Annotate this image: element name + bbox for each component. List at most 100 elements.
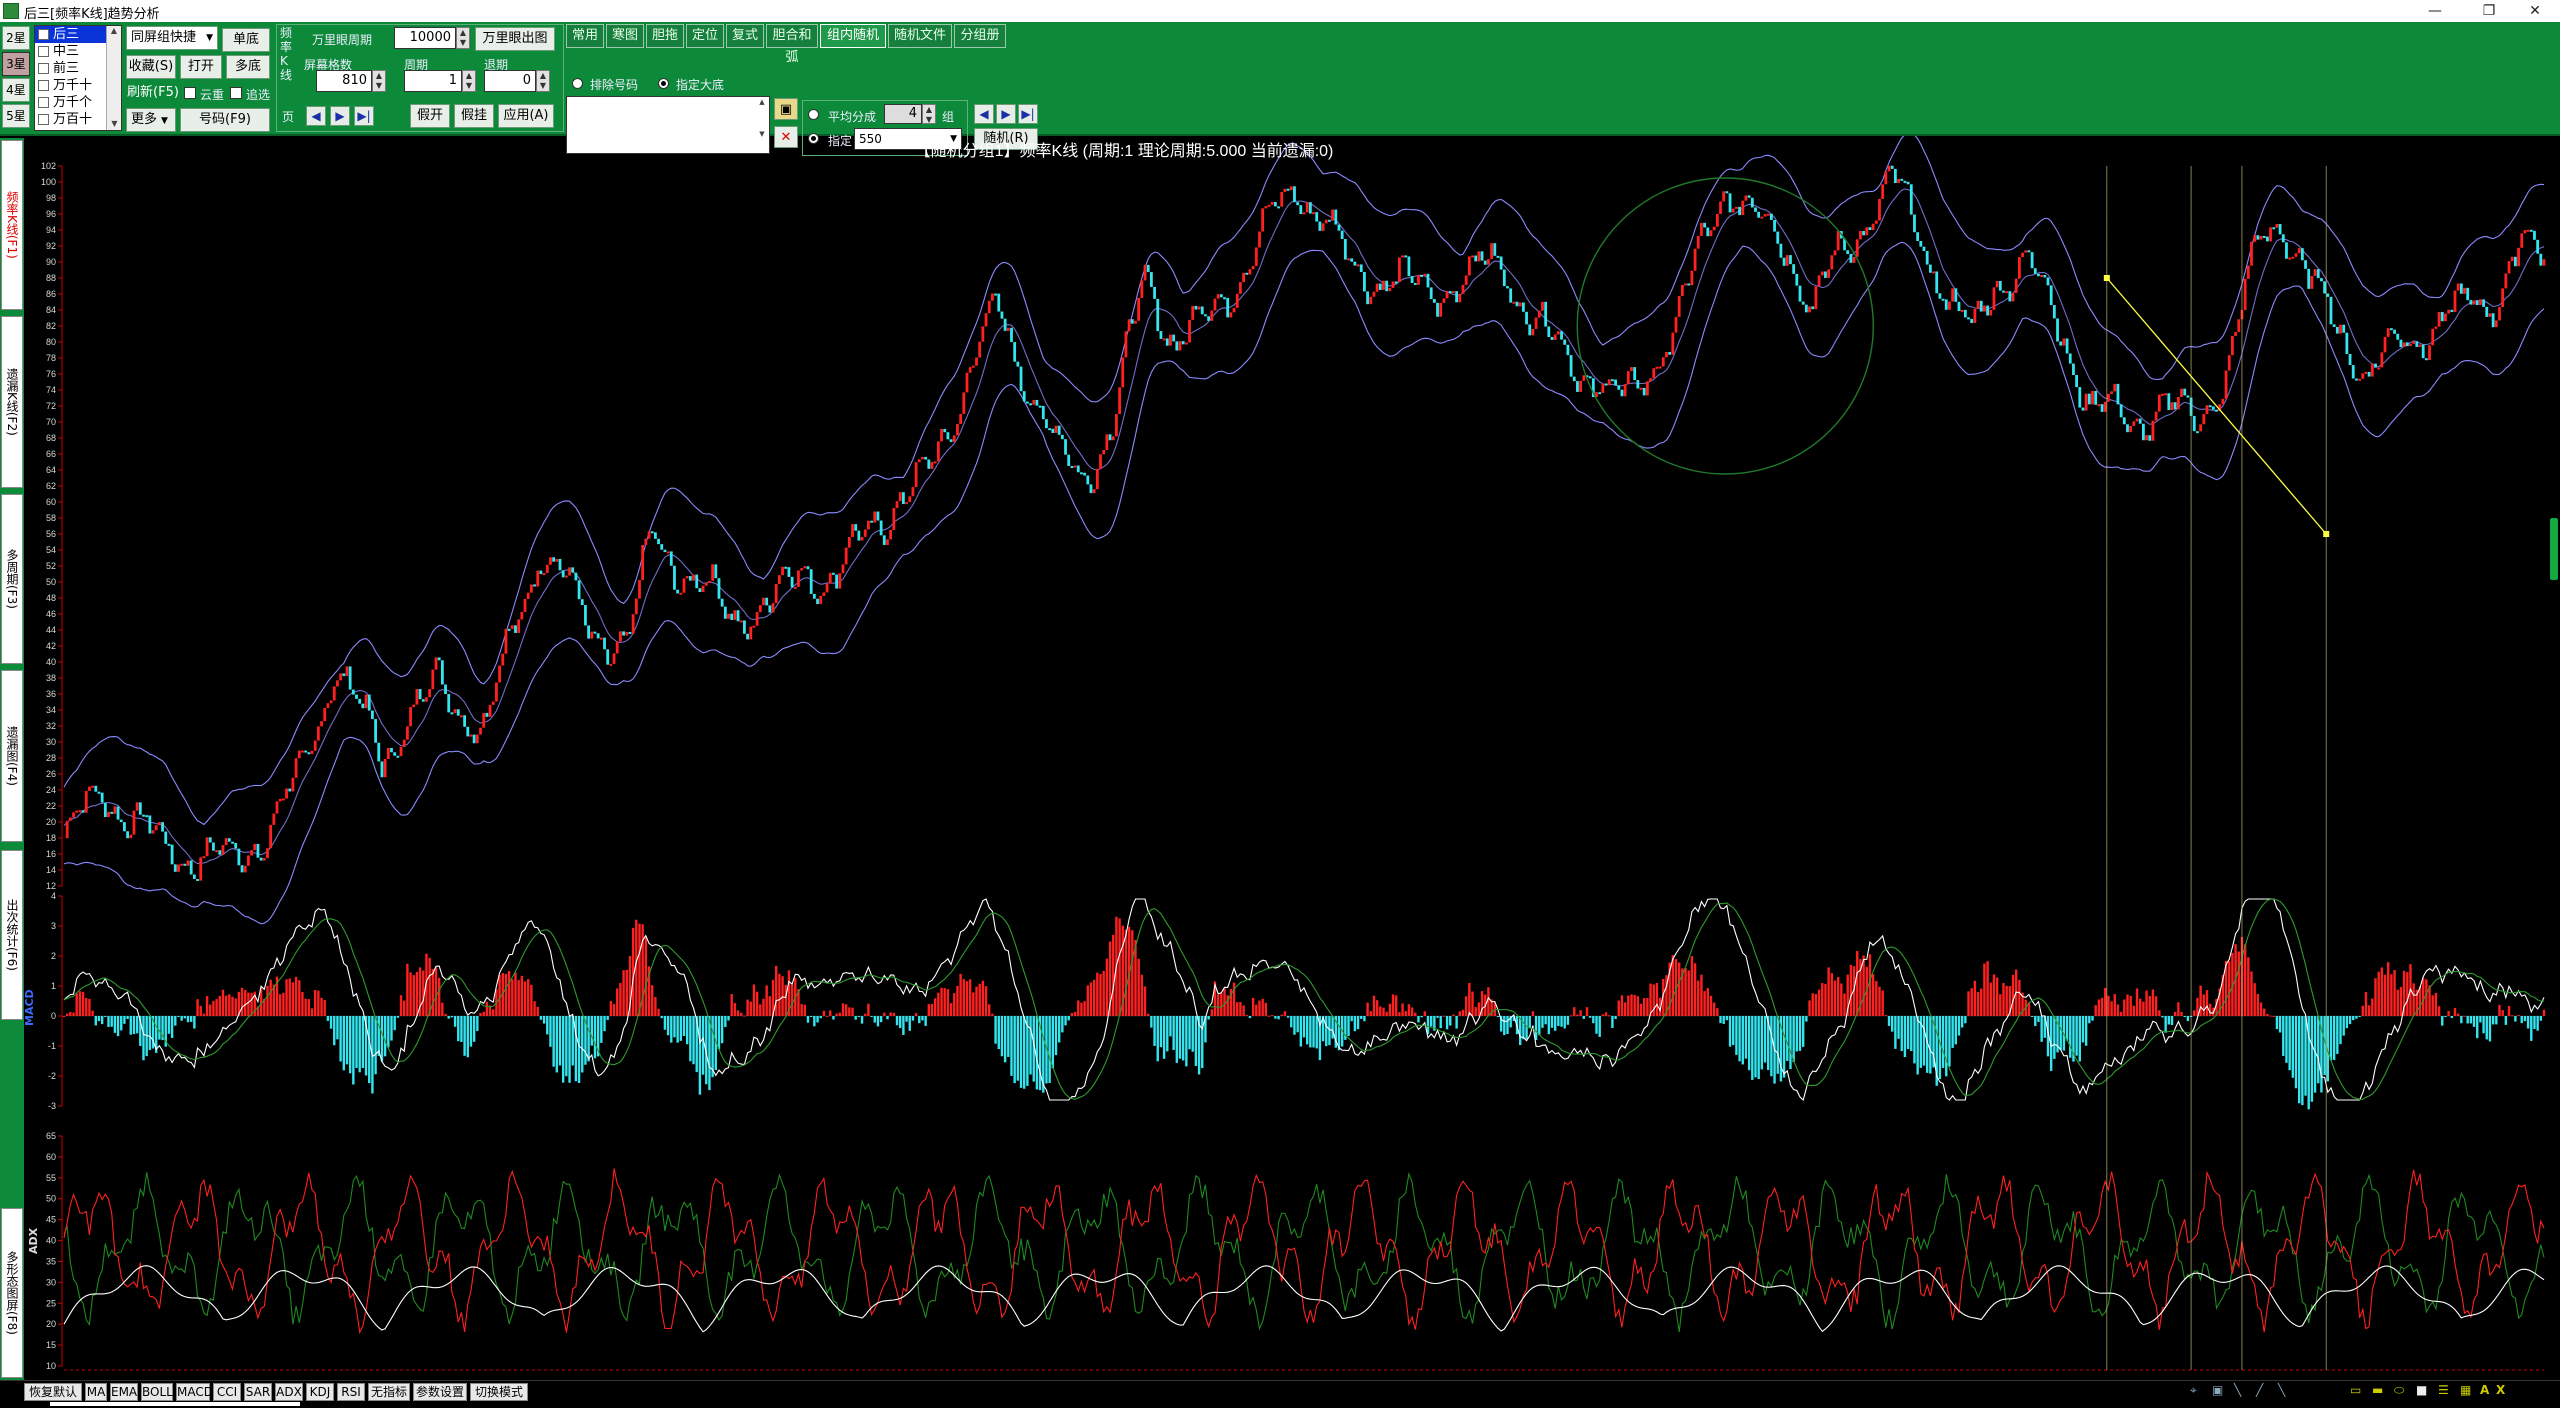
fixed-base-radio[interactable] xyxy=(658,78,669,89)
crosshair-icon[interactable]: ⌖ xyxy=(2190,1383,2197,1398)
fib-tool-icon[interactable]: ☰ xyxy=(2438,1383,2449,1397)
multi-base-button[interactable]: 多底 xyxy=(226,55,270,79)
close-button[interactable]: ✕ xyxy=(2512,0,2558,22)
checkbox-icon[interactable] xyxy=(38,97,49,108)
side-tab-3[interactable]: 遗漏图(F4) xyxy=(1,670,23,842)
delete-tool-icon[interactable]: X xyxy=(2496,1383,2505,1397)
cycle-spinner[interactable]: ▲ ▼ xyxy=(462,70,476,92)
side-tab-5[interactable]: 多形态图屏(F8) xyxy=(1,1208,23,1378)
star-button-4[interactable]: 4星 xyxy=(2,78,30,102)
retreat-input[interactable]: 0 xyxy=(484,70,536,92)
avg-input[interactable]: 4 xyxy=(884,104,922,124)
trend-line[interactable] xyxy=(2106,277,2327,535)
listbox-scrollbar[interactable]: ▲ ▼ xyxy=(106,26,121,130)
period-input[interactable]: 10000 xyxy=(394,27,456,49)
tab-7[interactable]: 随机文件 xyxy=(888,24,952,48)
trend-handle[interactable] xyxy=(2103,275,2110,281)
tab-1[interactable]: 寒图 xyxy=(606,24,644,48)
indicator-button-1[interactable]: MA xyxy=(85,1383,107,1401)
checkbox-icon[interactable] xyxy=(38,80,49,91)
indicator-button-8[interactable]: KDJ xyxy=(306,1383,334,1401)
single-base-button[interactable]: 单底 xyxy=(222,28,270,52)
random-next-icon[interactable]: ▶ xyxy=(996,104,1016,124)
indicator-button-2[interactable]: EMA xyxy=(110,1383,138,1401)
right-scroll-thumb[interactable] xyxy=(2550,518,2558,580)
cycle-input[interactable]: 1 xyxy=(404,70,462,92)
tab-3[interactable]: 定位 xyxy=(686,24,724,48)
indicator-button-9[interactable]: RSI xyxy=(337,1383,365,1401)
avg-spinner[interactable]: ▲ ▼ xyxy=(922,104,936,124)
indicator-button-5[interactable]: CCI xyxy=(213,1383,241,1401)
avg-radio[interactable] xyxy=(808,109,819,120)
tab-4[interactable]: 复式 xyxy=(726,24,764,48)
candle xyxy=(2285,242,2288,259)
segment-tool-icon[interactable]: ╲ xyxy=(2278,1383,2285,1397)
refresh-button[interactable]: 刷新(F5) xyxy=(126,82,180,106)
select-icon[interactable]: ▣ xyxy=(2212,1383,2223,1397)
last-page-icon[interactable]: ▶| xyxy=(354,106,374,126)
more-button[interactable]: 更多 ▼ xyxy=(126,108,176,132)
candle xyxy=(2215,409,2218,412)
dedupe-checkbox[interactable] xyxy=(184,87,196,99)
checkbox-icon[interactable] xyxy=(38,114,49,125)
line-tool-icon[interactable]: ╲ xyxy=(2234,1383,2241,1397)
random-last-icon[interactable]: ▶| xyxy=(1018,104,1038,124)
tab-5[interactable]: 胆合和弧 xyxy=(766,24,818,65)
indicator-button-7[interactable]: ADX xyxy=(275,1383,303,1401)
indicator-button-6[interactable]: SAR xyxy=(244,1383,272,1401)
next-page-icon[interactable]: ▶ xyxy=(330,106,350,126)
screen-count-spinner[interactable]: ▲ ▼ xyxy=(372,70,386,92)
checkbox-icon[interactable] xyxy=(38,29,49,40)
scroll-down-icon[interactable]: ▼ xyxy=(107,119,122,128)
fake-open-button[interactable]: 假开 xyxy=(410,104,450,128)
grid-tool-icon[interactable]: ▦ xyxy=(2460,1383,2471,1397)
fake-hang-button[interactable]: 假挂 xyxy=(454,104,494,128)
channel-tool-icon[interactable]: ▬ xyxy=(2372,1383,2383,1397)
macd-bar xyxy=(571,1016,574,1066)
checkbox-icon[interactable] xyxy=(38,63,49,74)
indicator-button-3[interactable]: BOLL xyxy=(141,1383,173,1401)
retreat-spinner[interactable]: ▲ ▼ xyxy=(536,70,550,92)
star-button-2[interactable]: 2星 xyxy=(2,26,30,50)
restore-button[interactable]: ❐ xyxy=(2466,0,2512,22)
indicator-button-12[interactable]: 切换模式 xyxy=(470,1383,528,1401)
period-spinner[interactable]: ▲ ▼ xyxy=(456,27,470,49)
text-tool-icon[interactable]: A xyxy=(2480,1383,2489,1397)
chart-area[interactable]: 1214161820222426283032343638404244464850… xyxy=(24,136,2560,1382)
trend-handle[interactable] xyxy=(2323,531,2330,537)
checkbox-icon[interactable] xyxy=(38,46,49,57)
filter-checkbox[interactable] xyxy=(230,87,242,99)
side-tab-4[interactable]: 出次统计(F6) xyxy=(1,850,23,1020)
open-button[interactable]: 打开 xyxy=(180,55,222,79)
indicator-button-11[interactable]: 参数设置 xyxy=(413,1383,467,1401)
collect-button[interactable]: 收藏(S) xyxy=(126,55,176,79)
group-shortcut-dropdown[interactable]: 同屏组快捷 ▼ xyxy=(126,26,218,50)
tab-2[interactable]: 胆拖 xyxy=(646,24,684,48)
indicator-button-4[interactable]: MACD xyxy=(176,1383,213,1401)
tab-6[interactable]: 组内随机 xyxy=(820,24,886,48)
side-tab-2[interactable]: 多周期(F3) xyxy=(1,494,23,664)
macd-bar xyxy=(1216,994,1220,1016)
prev-page-icon[interactable]: ◀ xyxy=(306,106,326,126)
side-tab-1[interactable]: 遗漏K线(F2) xyxy=(1,316,23,488)
side-tab-0[interactable]: 频率K线(F1) xyxy=(1,140,23,310)
star-button-3[interactable]: 3星 xyxy=(2,52,30,76)
period-chart-button[interactable]: 万里眼出图 xyxy=(475,27,555,51)
folder-icon[interactable]: ▣ xyxy=(774,98,798,120)
scroll-up-icon[interactable]: ▲ xyxy=(107,26,121,35)
star-button-5[interactable]: 5星 xyxy=(2,104,30,128)
screen-count-input[interactable]: 810 xyxy=(316,70,372,92)
minimize-button[interactable]: — xyxy=(2412,0,2458,22)
indicator-button-0[interactable]: 恢复默认 xyxy=(24,1383,82,1401)
indicator-button-10[interactable]: 无指标 xyxy=(368,1383,410,1401)
apply-button[interactable]: 应用(A) xyxy=(498,104,554,128)
number-button[interactable]: 号码(F9) xyxy=(180,108,270,132)
random-prev-icon[interactable]: ◀ xyxy=(974,104,994,124)
exclude-radio[interactable] xyxy=(572,78,583,89)
tab-8[interactable]: 分组册 xyxy=(954,24,1006,48)
fill-tool-icon[interactable]: ■ xyxy=(2416,1383,2427,1397)
tab-0[interactable]: 常用 xyxy=(566,24,604,48)
rect-tool-icon[interactable]: ▭ xyxy=(2350,1383,2361,1397)
ray-tool-icon[interactable]: ╱ xyxy=(2256,1383,2263,1397)
ellipse-tool-icon[interactable]: ⬭ xyxy=(2394,1383,2404,1398)
